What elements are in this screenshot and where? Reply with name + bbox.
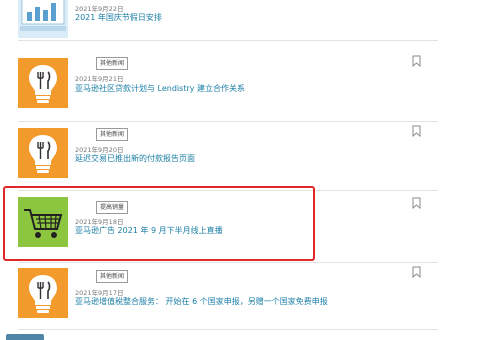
category-tag[interactable]: 其他新闻 <box>96 128 129 141</box>
article-title-link[interactable]: 延迟交易已推出新的付款报告页面 <box>75 153 195 164</box>
article-title-link[interactable]: 2021 年国庆节假日安排 <box>75 12 162 23</box>
lightbulb-utensils-icon <box>18 128 68 178</box>
divider <box>18 262 438 263</box>
article-date: 2021年9月21日 <box>75 75 124 83</box>
bookmark-icon[interactable] <box>412 197 421 209</box>
bookmark-icon[interactable] <box>412 125 421 137</box>
divider <box>18 329 438 330</box>
bookmark-icon[interactable] <box>412 266 421 278</box>
lightbulb-utensils-icon <box>18 268 68 318</box>
scroll-to-top-tab[interactable] <box>6 334 44 340</box>
divider <box>18 40 438 41</box>
bookmark-icon[interactable] <box>412 55 421 67</box>
chart-dashboard-icon <box>18 0 68 38</box>
divider <box>18 121 438 122</box>
article-title-link[interactable]: 亚马逊社区贷款计划与 Lendistry 建立合作关系 <box>75 83 245 94</box>
lightbulb-utensils-icon <box>18 58 68 108</box>
category-tag[interactable]: 其他新闻 <box>96 270 129 283</box>
highlight-box <box>3 186 315 261</box>
article-title-link[interactable]: 亚马逊增值税整合服务： 开始在 6 个国家申报，另赠一个国家免费申报 <box>75 296 328 307</box>
category-tag[interactable]: 其他新闻 <box>96 57 129 70</box>
